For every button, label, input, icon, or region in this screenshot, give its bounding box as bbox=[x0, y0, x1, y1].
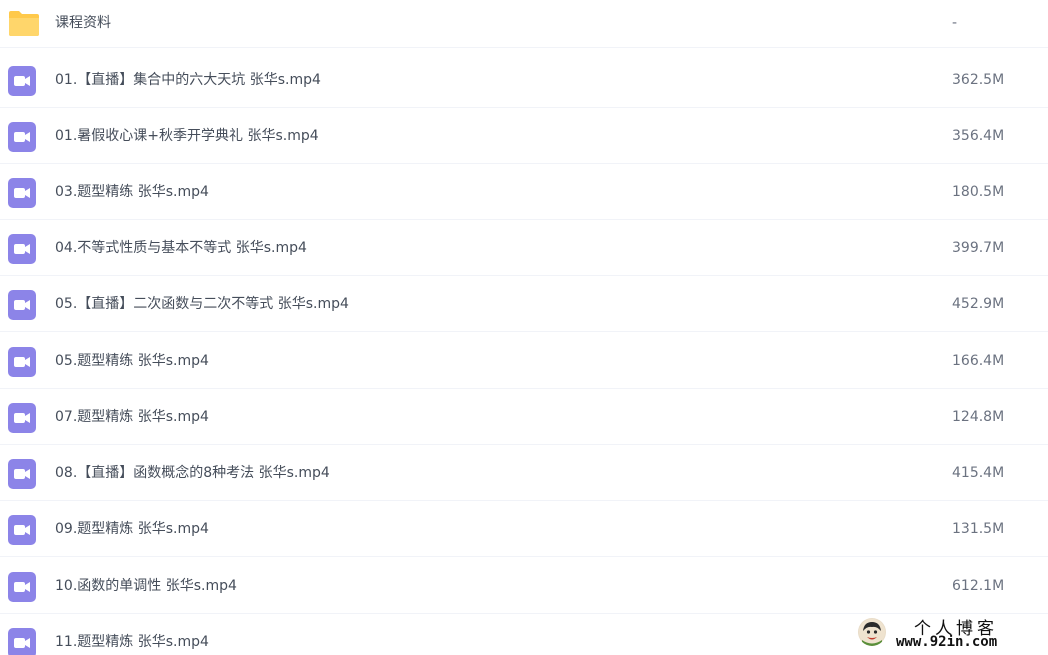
list-item-video[interactable]: 10.函数的单调性 张华s.mp4 612.1M bbox=[0, 558, 1048, 614]
file-list: 课程资料 - 01.【直播】集合中的六大天坑 张华s.mp4 362.5M 01… bbox=[0, 0, 1048, 655]
file-size: 166.4M bbox=[952, 353, 1005, 369]
list-item-video[interactable]: 01.暑假收心课+秋季开学典礼 张华s.mp4 356.4M bbox=[0, 108, 1048, 164]
file-size: 399.7M bbox=[952, 240, 1005, 256]
file-name[interactable]: 11.题型精炼 张华s.mp4 bbox=[55, 614, 209, 655]
avatar-icon bbox=[858, 618, 886, 646]
file-size: 415.4M bbox=[952, 465, 1005, 481]
video-icon bbox=[8, 628, 38, 655]
video-icon bbox=[8, 122, 38, 152]
file-name[interactable]: 03.题型精练 张华s.mp4 bbox=[55, 164, 209, 220]
file-name[interactable]: 08.【直播】函数概念的8种考法 张华s.mp4 bbox=[55, 445, 330, 501]
video-icon bbox=[8, 515, 38, 545]
file-name[interactable]: 10.函数的单调性 张华s.mp4 bbox=[55, 558, 237, 614]
file-name[interactable]: 04.不等式性质与基本不等式 张华s.mp4 bbox=[55, 220, 307, 276]
video-icon bbox=[8, 347, 38, 377]
watermark-url: www.92in.com bbox=[896, 634, 998, 650]
list-item-video[interactable]: 05.【直播】二次函数与二次不等式 张华s.mp4 452.9M bbox=[0, 276, 1048, 332]
video-icon bbox=[8, 459, 38, 489]
file-size: 180.5M bbox=[952, 184, 1005, 200]
file-name[interactable]: 05.【直播】二次函数与二次不等式 张华s.mp4 bbox=[55, 276, 349, 332]
file-size: 452.9M bbox=[952, 296, 1005, 312]
file-size: 131.5M bbox=[952, 521, 1005, 537]
list-item-video[interactable]: 05.题型精练 张华s.mp4 166.4M bbox=[0, 333, 1048, 389]
blog-watermark: 个人博客 www.92in.com bbox=[856, 612, 1044, 654]
folder-icon bbox=[8, 9, 39, 39]
video-icon bbox=[8, 572, 38, 602]
list-item-video[interactable]: 09.题型精炼 张华s.mp4 131.5M bbox=[0, 501, 1048, 557]
video-icon bbox=[8, 403, 38, 433]
video-icon bbox=[8, 290, 38, 320]
file-size: 356.4M bbox=[952, 128, 1005, 144]
file-name[interactable]: 09.题型精炼 张华s.mp4 bbox=[55, 501, 209, 557]
file-size: - bbox=[952, 15, 958, 31]
file-size: 124.8M bbox=[952, 409, 1005, 425]
file-size: 362.5M bbox=[952, 72, 1005, 88]
list-item-folder[interactable]: 课程资料 - bbox=[0, 0, 1048, 48]
file-name[interactable]: 01.【直播】集合中的六大天坑 张华s.mp4 bbox=[55, 52, 321, 108]
list-item-video[interactable]: 01.【直播】集合中的六大天坑 张华s.mp4 362.5M bbox=[0, 52, 1048, 108]
video-icon bbox=[8, 66, 38, 96]
file-name[interactable]: 课程资料 bbox=[55, 0, 111, 46]
video-icon bbox=[8, 234, 38, 264]
list-item-video[interactable]: 08.【直播】函数概念的8种考法 张华s.mp4 415.4M bbox=[0, 445, 1048, 501]
file-name[interactable]: 05.题型精练 张华s.mp4 bbox=[55, 333, 209, 389]
file-name[interactable]: 01.暑假收心课+秋季开学典礼 张华s.mp4 bbox=[55, 108, 319, 164]
file-name[interactable]: 07.题型精炼 张华s.mp4 bbox=[55, 389, 209, 445]
list-item-video[interactable]: 07.题型精炼 张华s.mp4 124.8M bbox=[0, 389, 1048, 445]
file-size: 612.1M bbox=[952, 578, 1005, 594]
list-item-video[interactable]: 03.题型精练 张华s.mp4 180.5M bbox=[0, 164, 1048, 220]
video-icon bbox=[8, 178, 38, 208]
list-item-video[interactable]: 04.不等式性质与基本不等式 张华s.mp4 399.7M bbox=[0, 220, 1048, 276]
